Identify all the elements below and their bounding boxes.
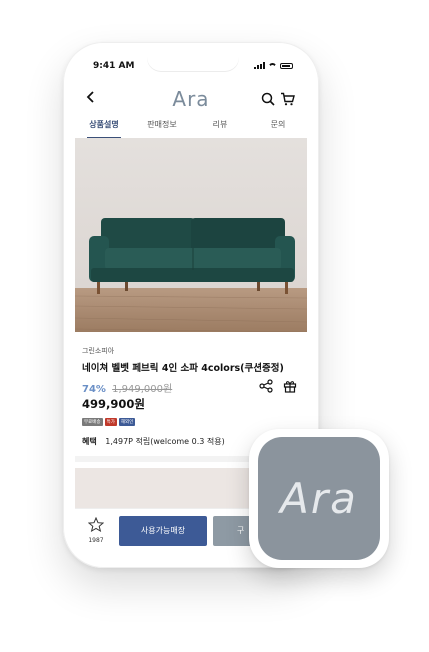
original-price: 1,949,000원 xyxy=(112,384,173,395)
search-button[interactable] xyxy=(261,91,275,110)
badge-free-shipping: 무료배송 xyxy=(82,418,103,426)
app-icon-frame: Ara xyxy=(249,429,389,568)
battery-icon xyxy=(280,62,293,69)
favorite-count: 1987 xyxy=(88,537,104,544)
wifi-icon xyxy=(268,63,277,69)
brand-name[interactable]: 그린소피아 xyxy=(82,346,300,356)
tab-inquiry[interactable]: 문의 xyxy=(249,114,307,138)
share-icon xyxy=(259,379,273,393)
benefit-text: 1,497P 적립(welcome 0.3 적용) xyxy=(105,437,225,446)
phone-notch xyxy=(147,52,239,72)
signal-icon xyxy=(254,62,265,69)
share-button[interactable] xyxy=(259,378,273,397)
favorite-button[interactable]: 1987 xyxy=(85,516,107,544)
gift-button[interactable] xyxy=(283,378,297,397)
product-tabs: 상품설명 판매정보 리뷰 문의 xyxy=(75,114,307,139)
gift-icon xyxy=(283,381,297,393)
app-header: Ara xyxy=(75,82,307,114)
search-icon xyxy=(261,92,275,106)
sofa-photo xyxy=(75,138,307,332)
benefit-label: 혜택 xyxy=(82,437,97,446)
badge-overseas: 해외인 xyxy=(118,418,136,426)
tab-sales-info[interactable]: 판매정보 xyxy=(133,114,191,138)
tab-description[interactable]: 상품설명 xyxy=(75,114,133,139)
tab-reviews[interactable]: 리뷰 xyxy=(191,114,249,138)
status-time: 9:41 AM xyxy=(93,61,135,71)
cart-button[interactable] xyxy=(280,91,295,110)
star-icon xyxy=(87,516,105,533)
app-icon[interactable]: Ara xyxy=(258,437,380,560)
sale-price: 499,900원 xyxy=(82,397,145,411)
cart-icon xyxy=(281,92,295,106)
status-icons xyxy=(254,62,293,69)
available-stores-button[interactable]: 사용가능매장 xyxy=(119,516,207,546)
badge-special: 특가 xyxy=(104,418,117,426)
discount-rate: 74% xyxy=(82,384,106,395)
product-image[interactable] xyxy=(75,138,307,332)
badge-list: 무료배송 특가 해외인 xyxy=(82,418,300,426)
product-name: 네이쳐 벨벳 페브릭 4인 소파 4colors(쿠션증정) xyxy=(82,363,284,374)
app-icon-logo: Ara xyxy=(280,474,358,523)
